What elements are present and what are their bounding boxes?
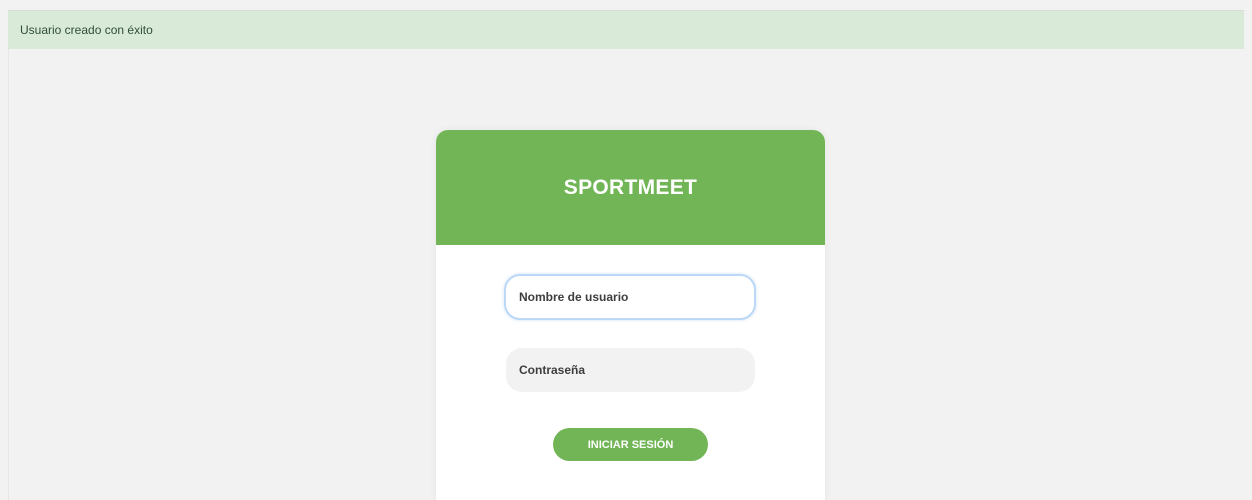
brand-title: SPORTMEET xyxy=(563,175,698,199)
success-alert: Usuario creado con éxito xyxy=(8,11,1244,49)
left-border xyxy=(8,49,9,500)
login-card: SPORTMEET INICIAR SESIÓN xyxy=(436,130,825,500)
password-input[interactable] xyxy=(506,348,755,392)
login-button[interactable]: INICIAR SESIÓN xyxy=(553,428,708,461)
username-input[interactable] xyxy=(504,274,756,320)
page: Usuario creado con éxito SPORTMEET INICI… xyxy=(0,0,1252,500)
card-header: SPORTMEET xyxy=(436,130,825,245)
alert-message: Usuario creado con éxito xyxy=(20,23,153,37)
